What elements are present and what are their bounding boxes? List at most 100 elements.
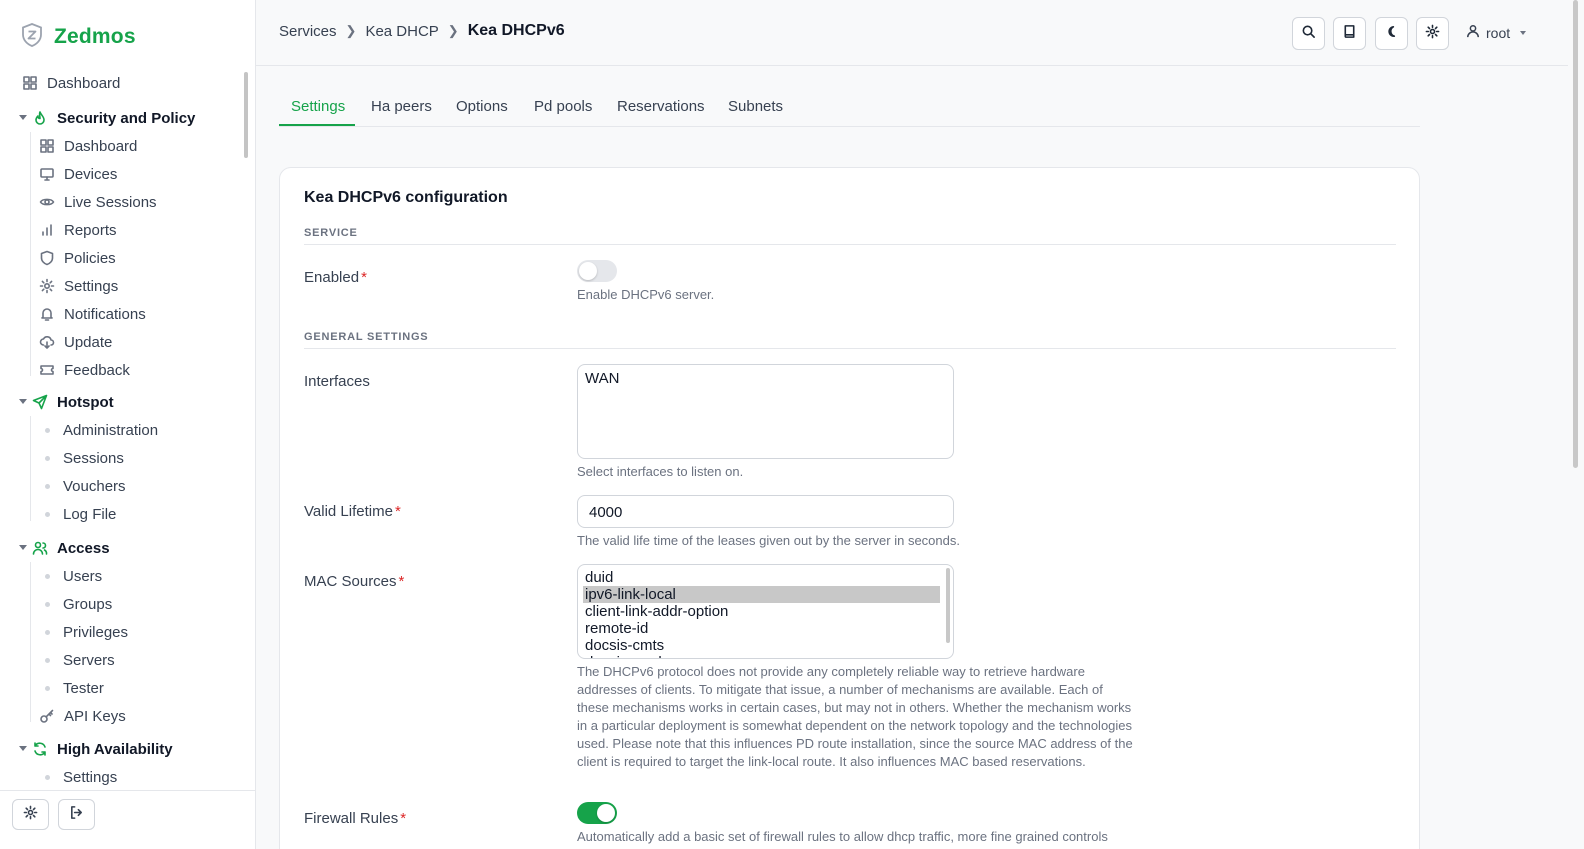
- sidebar-item-reports[interactable]: Reports: [39, 219, 117, 241]
- sidebar-item-live-sessions[interactable]: Live Sessions: [39, 191, 157, 213]
- sidebar-section-high-availability[interactable]: High Availability: [32, 738, 173, 760]
- sidebar-item-policies[interactable]: Policies: [39, 247, 116, 269]
- card-title: Kea DHCPv6 configuration: [304, 189, 508, 206]
- logout-button[interactable]: [58, 799, 95, 830]
- sidebar-item-tester[interactable]: Tester: [39, 677, 104, 699]
- sidebar-section-label: Access: [57, 539, 110, 557]
- gear-icon: [23, 805, 38, 825]
- sidebar-item-users[interactable]: Users: [39, 565, 102, 587]
- breadcrumb-kea-dhcp[interactable]: Kea DHCP: [365, 23, 438, 40]
- interfaces-value[interactable]: WAN: [585, 370, 619, 387]
- required-marker: *: [400, 810, 407, 827]
- logout-icon: [69, 805, 84, 825]
- tab-pd-pools[interactable]: Pd pools: [534, 98, 592, 126]
- mac-source-option[interactable]: docsis-modem: [583, 654, 940, 658]
- mac-source-option[interactable]: remote-id: [583, 620, 940, 637]
- valid-lifetime-input[interactable]: 4000: [577, 495, 954, 528]
- listbox-scrollbar[interactable]: [946, 568, 950, 643]
- sidebar-item-label: Servers: [63, 651, 115, 669]
- mac-sources-listbox[interactable]: duid ipv6-link-local client-link-addr-op…: [577, 564, 954, 659]
- valid-lifetime-help: The valid life time of the leases given …: [577, 533, 960, 548]
- sidebar-item-sessions[interactable]: Sessions: [39, 447, 124, 469]
- send-icon: [32, 394, 48, 410]
- gear-icon: [1425, 24, 1440, 44]
- sidebar-item-dashboard[interactable]: Dashboard: [22, 72, 120, 94]
- chevron-down-icon[interactable]: [19, 115, 27, 120]
- monitor-icon: [39, 166, 55, 182]
- bullet-icon: [45, 601, 50, 607]
- flame-icon: [32, 110, 48, 126]
- sidebar-item-privileges[interactable]: Privileges: [39, 621, 128, 643]
- tab-reservations[interactable]: Reservations: [617, 98, 705, 126]
- interfaces-select[interactable]: WAN: [577, 364, 954, 459]
- theme-toggle-button[interactable]: [1375, 17, 1408, 50]
- sidebar-item-label: Feedback: [64, 361, 130, 379]
- sidebar-item-feedback[interactable]: Feedback: [39, 359, 130, 381]
- gear-icon: [39, 278, 55, 294]
- breadcrumb: Services ❯ Kea DHCP ❯ Kea DHCPv6: [279, 22, 565, 40]
- mac-source-option-selected[interactable]: ipv6-link-local: [583, 586, 940, 603]
- user-menu[interactable]: root: [1466, 24, 1527, 41]
- sidebar-scrollbar[interactable]: [244, 72, 248, 158]
- tab-settings[interactable]: Settings: [291, 98, 345, 126]
- section-general-settings: GENERAL SETTINGS: [304, 331, 429, 343]
- enabled-toggle[interactable]: [577, 260, 617, 282]
- sidebar-item-log-file[interactable]: Log File: [39, 503, 116, 525]
- sidebar-item-servers[interactable]: Servers: [39, 649, 115, 671]
- toggle-knob: [579, 262, 597, 280]
- search-button[interactable]: [1292, 17, 1325, 50]
- chevron-down-icon[interactable]: [19, 545, 27, 550]
- sidebar-section-hotspot[interactable]: Hotspot: [32, 391, 114, 413]
- enabled-label-text: Enabled: [304, 269, 360, 286]
- tab-subnets[interactable]: Subnets: [728, 98, 783, 126]
- chevron-down-icon[interactable]: [19, 399, 27, 404]
- brand[interactable]: Zedmos: [20, 22, 136, 52]
- bell-icon: [39, 306, 55, 322]
- sidebar-nav: Dashboard Security and Policy Dashboard …: [0, 70, 246, 785]
- bullet-icon: [45, 629, 50, 635]
- page-scrollbar[interactable]: [1568, 0, 1584, 849]
- sidebar-item-settings[interactable]: Settings: [39, 766, 117, 785]
- sidebar-item-administration[interactable]: Administration: [39, 419, 158, 441]
- interfaces-help: Select interfaces to listen on.: [577, 464, 744, 479]
- firewall-rules-label-text: Firewall Rules: [304, 810, 399, 827]
- tab-ha-peers[interactable]: Ha peers: [371, 98, 432, 126]
- sidebar-item-notifications[interactable]: Notifications: [39, 303, 146, 325]
- chevron-down-icon[interactable]: [19, 746, 27, 751]
- sidebar-section-access[interactable]: Access: [32, 537, 110, 559]
- required-marker: *: [398, 573, 405, 590]
- sidebar-item-dashboard[interactable]: Dashboard: [39, 135, 137, 157]
- breadcrumb-services[interactable]: Services: [279, 23, 337, 40]
- bullet-icon: [45, 483, 50, 489]
- sidebar-section-security-and-policy[interactable]: Security and Policy: [32, 107, 195, 129]
- sidebar-item-label: API Keys: [64, 707, 126, 725]
- mac-source-option[interactable]: docsis-cmts: [583, 637, 940, 654]
- chevron-down-icon: [1520, 30, 1527, 35]
- chevron-right-icon: ❯: [447, 23, 459, 38]
- settings-button[interactable]: [12, 799, 49, 830]
- sidebar-item-label: Reports: [64, 221, 117, 239]
- user-icon: [1466, 24, 1480, 41]
- toggle-knob: [597, 804, 615, 822]
- cloud-download-icon: [39, 334, 55, 350]
- valid-lifetime-label-text: Valid Lifetime: [304, 503, 393, 520]
- ticket-icon: [39, 362, 55, 378]
- sidebar-item-label: Dashboard: [64, 137, 138, 155]
- sidebar-item-settings[interactable]: Settings: [39, 275, 118, 297]
- tab-options[interactable]: Options: [456, 98, 508, 126]
- sidebar-section-label: Security and Policy: [57, 109, 196, 127]
- sidebar: Zedmos Dashboard Security and Policy Das…: [0, 0, 256, 849]
- sidebar-item-devices[interactable]: Devices: [39, 163, 117, 185]
- sidebar-item-update[interactable]: Update: [39, 331, 112, 353]
- sidebar-item-api-keys[interactable]: API Keys: [39, 705, 126, 727]
- sidebar-item-groups[interactable]: Groups: [39, 593, 112, 615]
- valid-lifetime-value[interactable]: 4000: [589, 504, 622, 521]
- settings-button[interactable]: [1416, 17, 1449, 50]
- sidebar-item-vouchers[interactable]: Vouchers: [39, 475, 126, 497]
- valid-lifetime-label: Valid Lifetime *: [304, 503, 401, 520]
- firewall-rules-toggle[interactable]: [577, 802, 617, 824]
- docs-button[interactable]: [1333, 17, 1366, 50]
- mac-source-option[interactable]: duid: [583, 569, 940, 586]
- page-scrollbar-thumb[interactable]: [1573, 0, 1578, 468]
- mac-source-option[interactable]: client-link-addr-option: [583, 603, 940, 620]
